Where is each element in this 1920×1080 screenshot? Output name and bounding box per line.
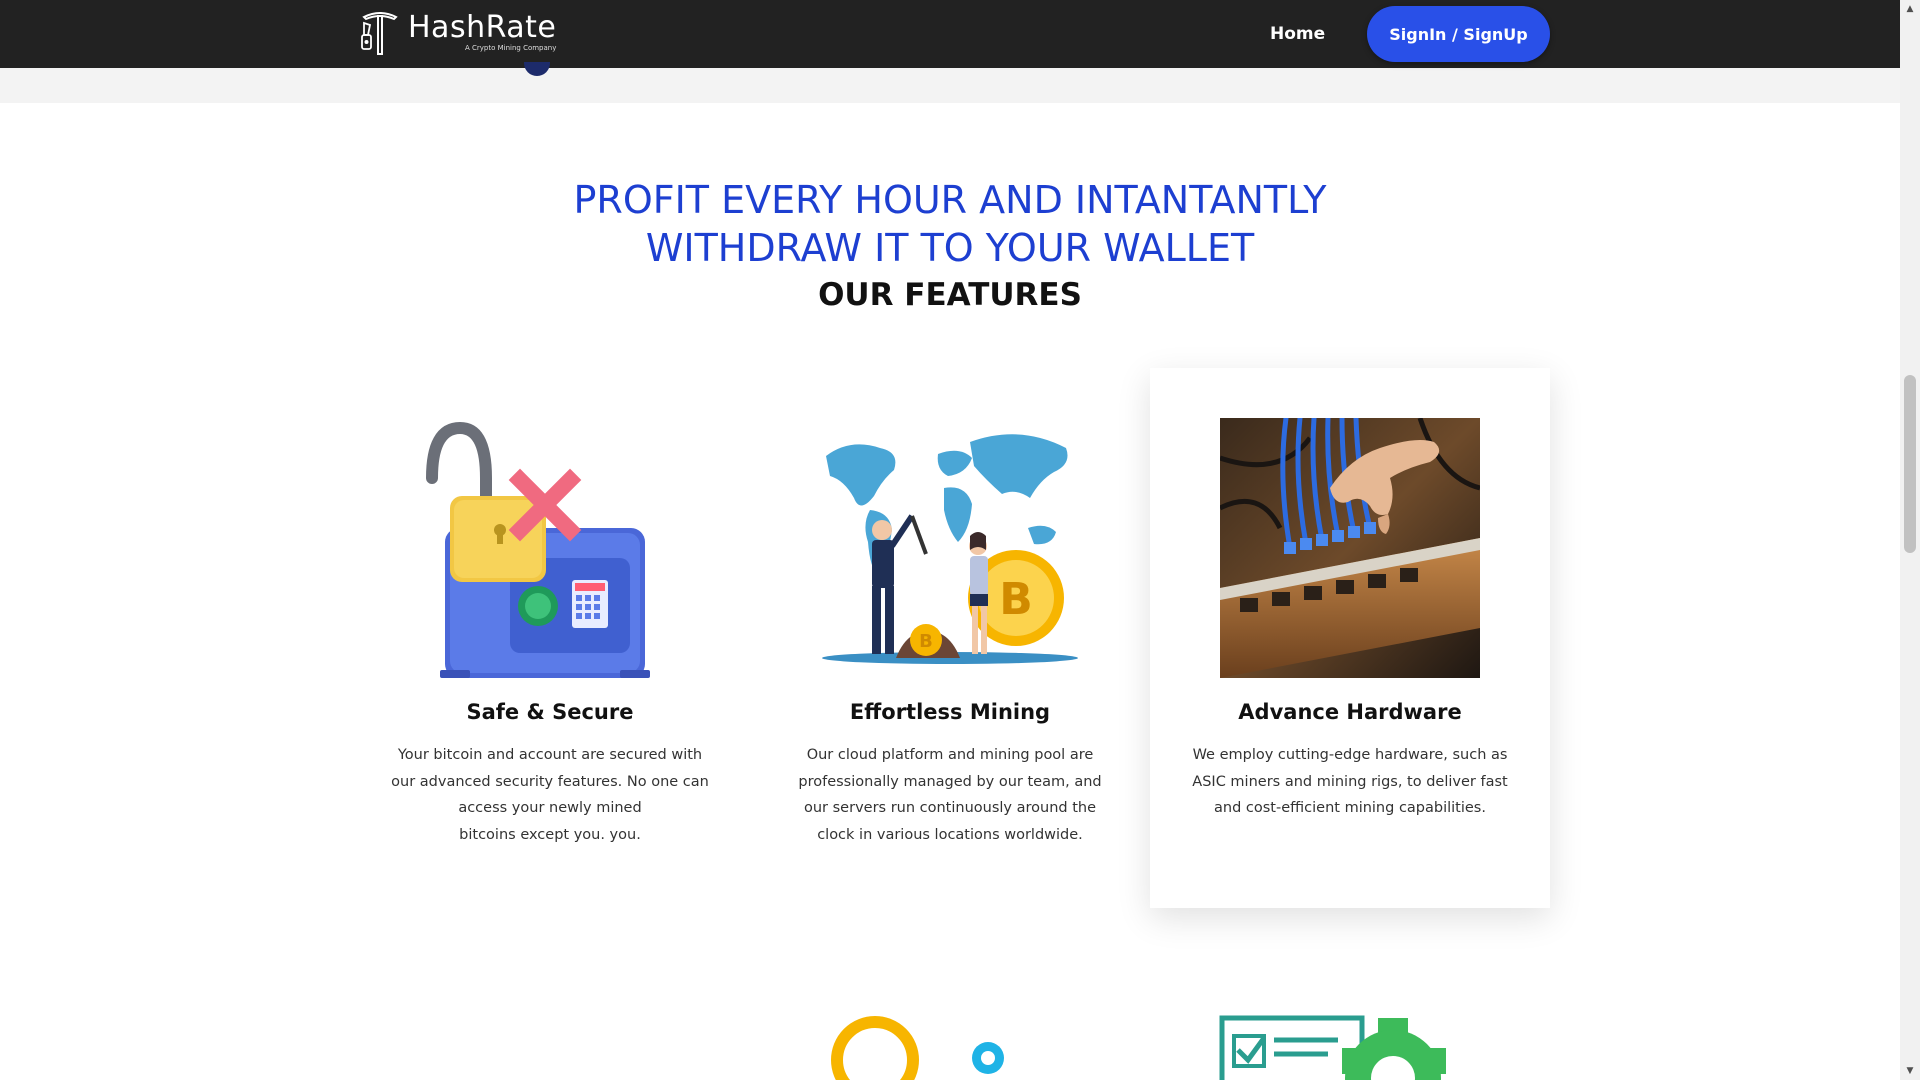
next-feature-checklist-gear-icon [1219, 1015, 1446, 1080]
feature-description-line: bitcoins except you. you. [459, 826, 641, 843]
brand-logo[interactable]: HashRate A Crypto Mining Company [358, 11, 556, 57]
hero-headline-line1: PROFIT EVERY HOUR AND INTANTANTLY [573, 178, 1327, 222]
hero-headline-line2: WITHDRAW IT TO YOUR WALLET [645, 226, 1255, 270]
feature-description-line: clock in various locations worldwide. [817, 826, 1083, 843]
feature-card-advance-hardware: Advance Hardware We employ cutting-edge … [1150, 368, 1550, 908]
world-map-bitcoin-icon: B B [822, 434, 1078, 664]
feature-description-line: professionally managed by our team, and [798, 773, 1102, 790]
feature-description: We employ cutting-edge hardware, such as… [1190, 742, 1510, 822]
scroll-down-icon[interactable]: ▼ [1900, 1062, 1920, 1080]
page-scrollbar[interactable]: ▲ ▼ [1900, 0, 1920, 1080]
feature-card-safe-secure: Safe & Secure Your bitcoin and account a… [350, 368, 750, 908]
feature-description-line: We employ cutting-edge hardware, such as [1192, 747, 1508, 763]
feature-description-line: and cost-efficient mining capabilities. [1214, 800, 1486, 816]
safe-lock-icon [426, 421, 650, 678]
feature-description: Our cloud platform and mining pool are p… [790, 742, 1110, 848]
brand-name: HashRate [408, 10, 557, 45]
feature-title: Safe & Secure [466, 700, 634, 724]
hero-headline: PROFIT EVERY HOUR AND INTANTANTLY WITHDR… [0, 176, 1900, 272]
features-heading: OUR FEATURES [818, 277, 1082, 313]
nav-home-link[interactable]: Home [1270, 22, 1325, 46]
feature-title: Advance Hardware [1238, 700, 1462, 724]
signin-signup-button[interactable]: SignIn / SignUp [1367, 6, 1550, 62]
feature-description-line: our servers run continuously around the [804, 800, 1096, 816]
scrollbar-thumb[interactable] [1904, 375, 1916, 553]
mining-hardware-photo [1220, 418, 1480, 678]
brand-text: HashRate A Crypto Mining Company [408, 11, 556, 53]
feature-card-effortless-mining: B B Effortless Mining Our cloud platform… [750, 368, 1150, 908]
top-navbar: HashRate A Crypto Mining Company Home Si… [0, 0, 1900, 68]
feature-description-line: access your newly mined [458, 800, 642, 816]
next-feature-circles-icon [831, 1016, 1004, 1080]
brand-tagline: A Crypto Mining Company [464, 44, 557, 52]
scroll-up-icon[interactable]: ▲ [1900, 0, 1920, 18]
previous-section-strip [0, 68, 1900, 103]
feature-description-line: Your bitcoin and account are secured wit… [397, 747, 703, 763]
feature-title: Effortless Mining [849, 700, 1051, 724]
pickaxe-logo-icon [361, 12, 398, 55]
feature-description-line: ASIC miners and mining rigs, to deliver … [1192, 773, 1508, 790]
svg-text:B: B [999, 574, 1033, 625]
feature-description: Your bitcoin and account are secured wit… [390, 742, 710, 848]
feature-description-line: Our cloud platform and mining pool are [806, 747, 1094, 763]
feature-description-line: our advanced security features. No one c… [391, 773, 709, 790]
svg-text:B: B [919, 631, 933, 652]
